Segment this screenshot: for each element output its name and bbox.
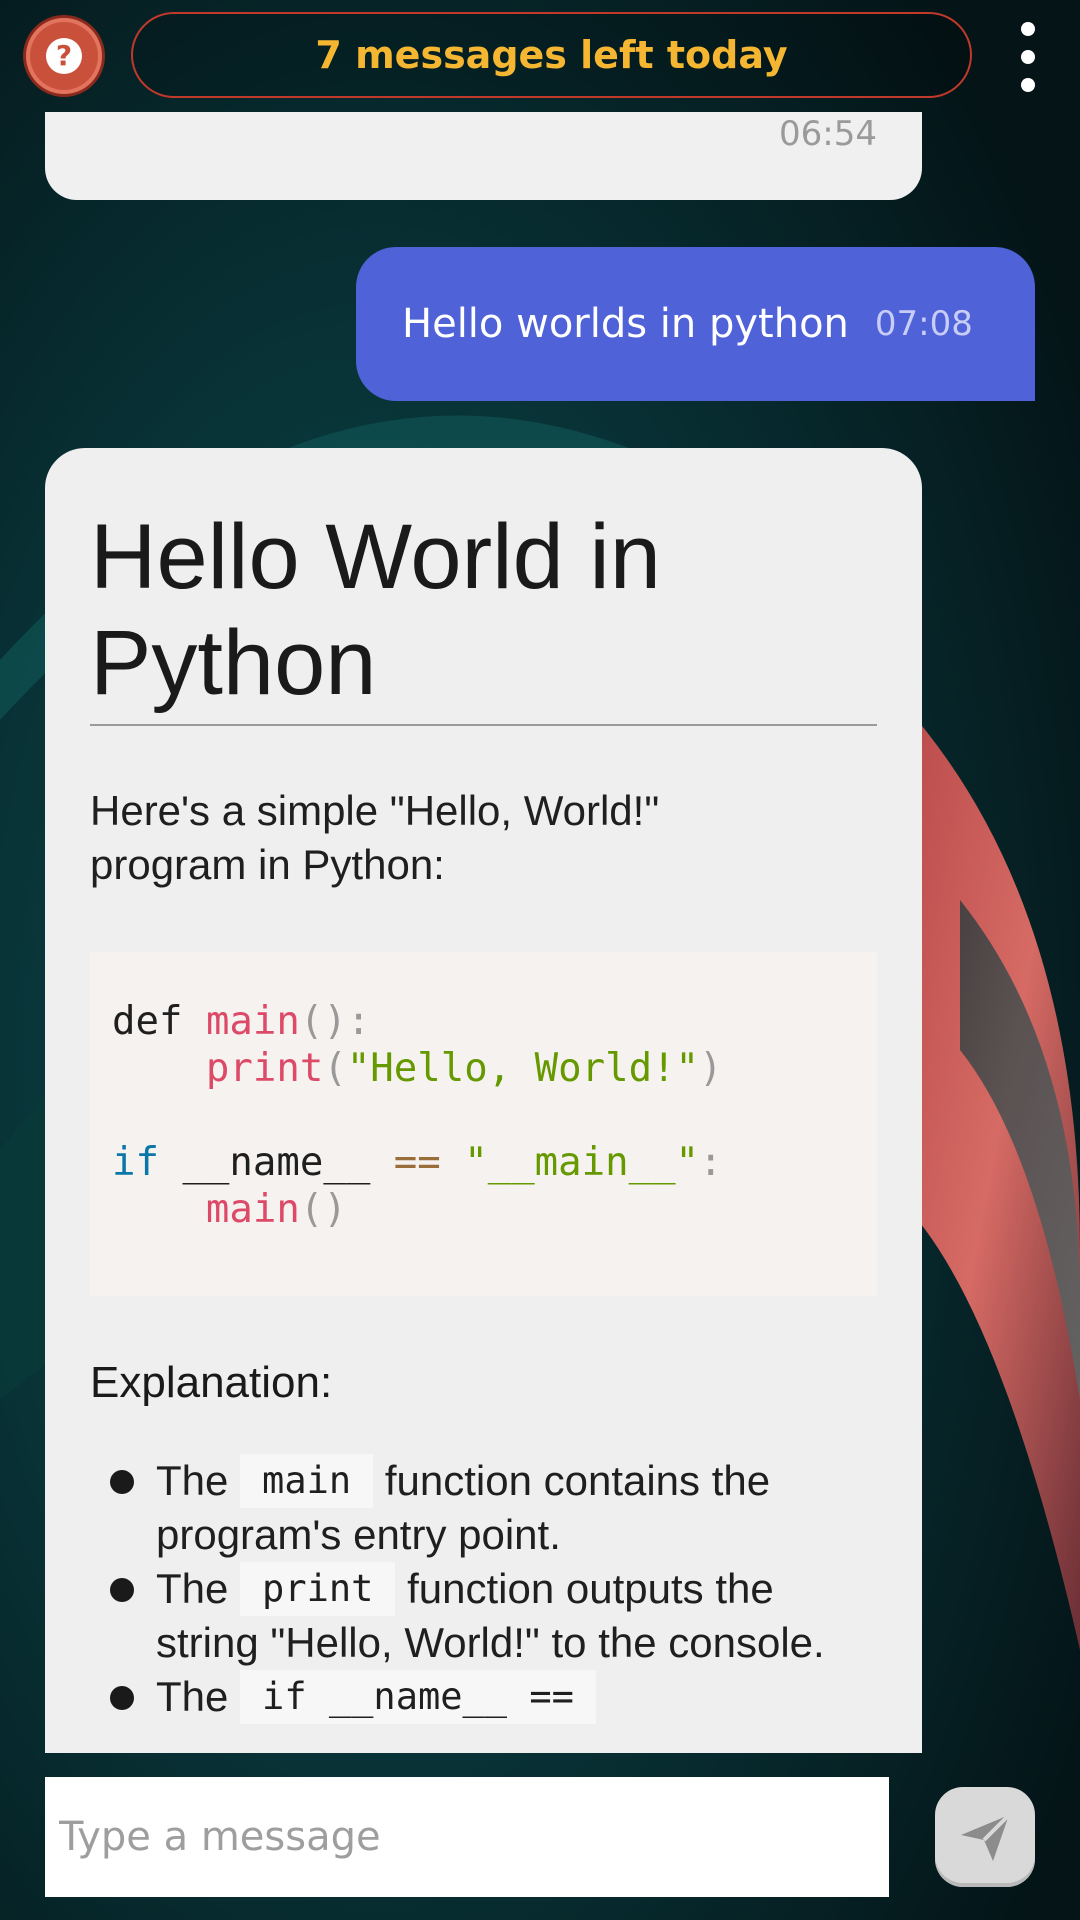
list-item: The main function contains the program's… xyxy=(90,1454,876,1562)
code-token: print xyxy=(205,1046,324,1091)
messages-left-badge: 7 messages left today xyxy=(131,12,972,98)
code-token: if xyxy=(112,1140,159,1185)
assistant-message-previous: 06:54 xyxy=(45,112,922,200)
help-button[interactable]: ? xyxy=(26,18,102,94)
code-line: main() xyxy=(112,1186,855,1233)
inline-code: main xyxy=(240,1454,374,1508)
heading-divider xyxy=(90,724,877,726)
more-vertical-icon-dot xyxy=(1021,78,1035,92)
send-button[interactable] xyxy=(935,1787,1035,1887)
explanation-heading: Explanation: xyxy=(90,1358,333,1407)
code-token: "Hello, World!" xyxy=(346,1046,700,1091)
code-token: (): xyxy=(299,999,371,1044)
user-message-text: Hello worlds in python xyxy=(402,301,849,347)
top-bar: ? 7 messages left today xyxy=(0,0,1080,112)
code-token: "__main__" xyxy=(464,1140,700,1185)
code-token: __name__ xyxy=(182,1140,371,1185)
code-token: def xyxy=(112,999,183,1044)
code-token: : xyxy=(699,1140,723,1185)
list-item: The print function outputs the string "H… xyxy=(90,1562,876,1670)
code-token: ) xyxy=(699,1046,723,1091)
message-timestamp: 07:08 xyxy=(874,304,973,344)
explanation-list: The main function contains the program's… xyxy=(90,1454,877,1724)
response-heading: Hello World in Python xyxy=(90,506,661,714)
bullet-icon xyxy=(110,1470,134,1494)
inline-code: print xyxy=(240,1562,396,1616)
code-token: == xyxy=(393,1140,441,1185)
list-item-text: The xyxy=(156,1565,229,1612)
code-line: print("Hello, World!") xyxy=(112,1045,855,1092)
list-item: The if __name__ == xyxy=(90,1670,876,1724)
code-line: def main(): xyxy=(112,998,855,1045)
code-token: main xyxy=(205,1187,300,1232)
response-intro: Here's a simple "Hello, World!" program … xyxy=(90,787,660,888)
assistant-message: Hello World in Python Here's a simple "H… xyxy=(45,448,922,1753)
more-vertical-icon-dot xyxy=(1021,50,1035,64)
message-input[interactable] xyxy=(45,1777,889,1897)
code-block: def main(): print("Hello, World!") if __n… xyxy=(90,952,877,1296)
question-circle-icon: ? xyxy=(46,38,82,74)
user-message: Hello worlds in python 07:08 xyxy=(356,247,1035,401)
bullet-icon xyxy=(110,1686,134,1710)
inline-code: if __name__ == xyxy=(240,1670,596,1724)
bullet-icon xyxy=(110,1578,134,1602)
code-token: () xyxy=(299,1187,347,1232)
message-timestamp: 06:54 xyxy=(779,114,877,154)
messages-left-text: 7 messages left today xyxy=(315,33,788,77)
more-vertical-icon xyxy=(1021,22,1035,36)
code-line: if __name__ == "__main__": xyxy=(112,1139,855,1186)
overflow-menu-button[interactable] xyxy=(1004,22,1052,92)
list-item-text: The xyxy=(156,1457,229,1504)
chat-scroll-area[interactable]: 06:54 Hello worlds in python 07:08 Hello… xyxy=(0,112,1080,1753)
code-token: ( xyxy=(323,1046,347,1091)
code-token: main xyxy=(205,999,300,1044)
composer-bar xyxy=(0,1753,1080,1920)
send-icon xyxy=(961,1813,1011,1861)
list-item-text: The xyxy=(156,1673,229,1720)
